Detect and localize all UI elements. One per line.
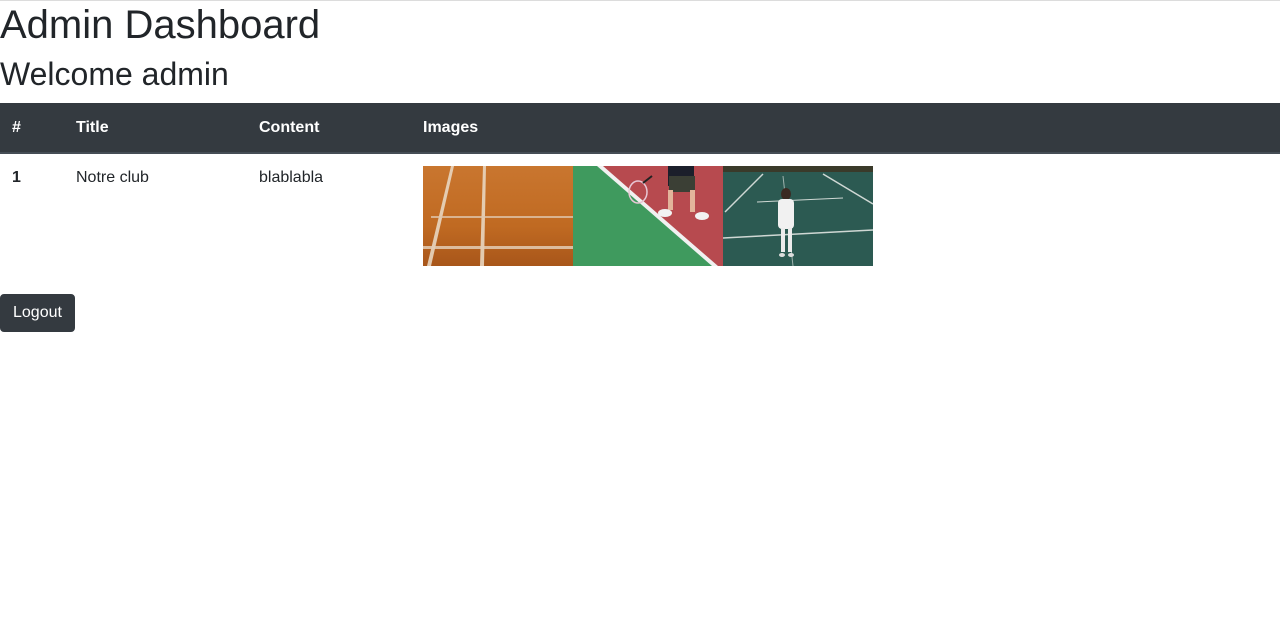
table-header: # Title Content Images <box>0 103 1280 154</box>
logout-button[interactable]: Logout <box>0 294 75 332</box>
header-title: Title <box>64 103 247 154</box>
row-number: 1 <box>0 152 64 278</box>
row-images <box>411 152 1280 278</box>
tennis-player-image <box>573 166 723 266</box>
header-content: Content <box>247 103 411 154</box>
image-strip <box>423 166 873 266</box>
woman-court-image <box>723 166 873 266</box>
header-row: # Title Content Images <box>0 103 1280 154</box>
posts-table: # Title Content Images 1 Notre club blab… <box>0 103 1280 278</box>
header-images: Images <box>411 103 1280 154</box>
row-title: Notre club <box>64 152 247 278</box>
welcome-heading: Welcome admin <box>0 56 229 92</box>
table-row: 1 Notre club blablabla <box>0 152 1280 278</box>
page-title: Admin Dashboard <box>0 3 321 47</box>
header-number: # <box>0 103 64 154</box>
row-content: blablabla <box>247 152 411 278</box>
clay-court-image <box>423 166 573 266</box>
